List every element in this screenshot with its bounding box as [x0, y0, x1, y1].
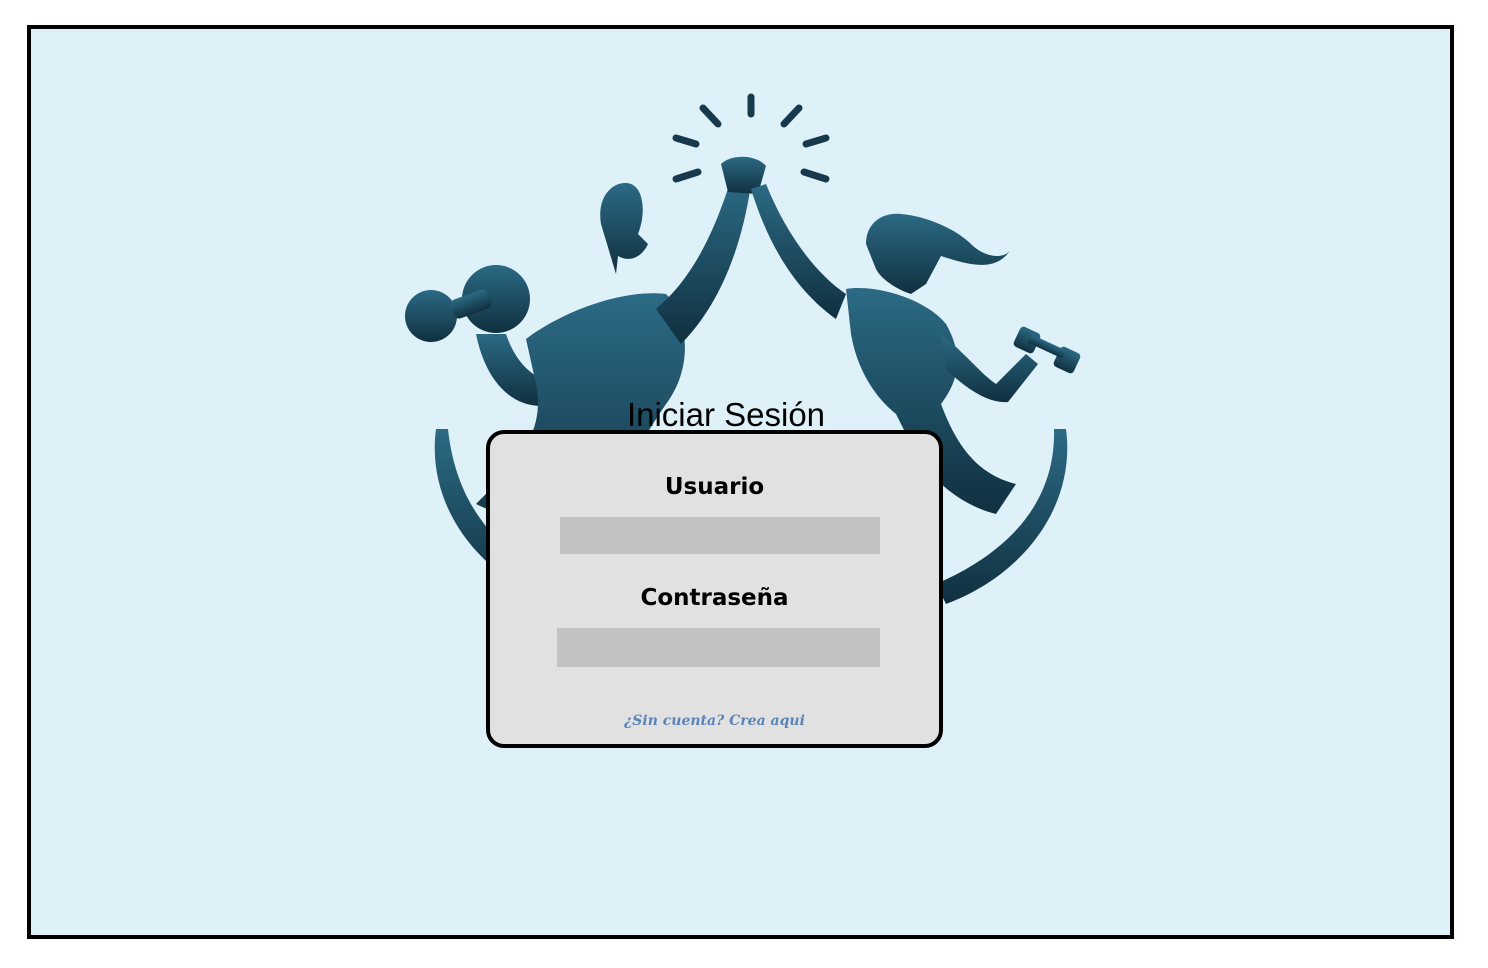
password-input[interactable] — [557, 628, 880, 667]
username-label: Usuario — [664, 474, 765, 500]
password-label: Contraseña — [640, 585, 789, 611]
login-card: Usuario Contraseña ¿Sin cuenta? Crea aqu… — [486, 430, 943, 748]
page-title: Iniciar Sesión — [626, 396, 826, 433]
username-input[interactable] — [560, 517, 880, 554]
app-window: Iniciar Sesión Usuario Contraseña ¿Sin c… — [27, 25, 1454, 939]
signup-link[interactable]: ¿Sin cuenta? Crea aqui — [490, 713, 939, 729]
